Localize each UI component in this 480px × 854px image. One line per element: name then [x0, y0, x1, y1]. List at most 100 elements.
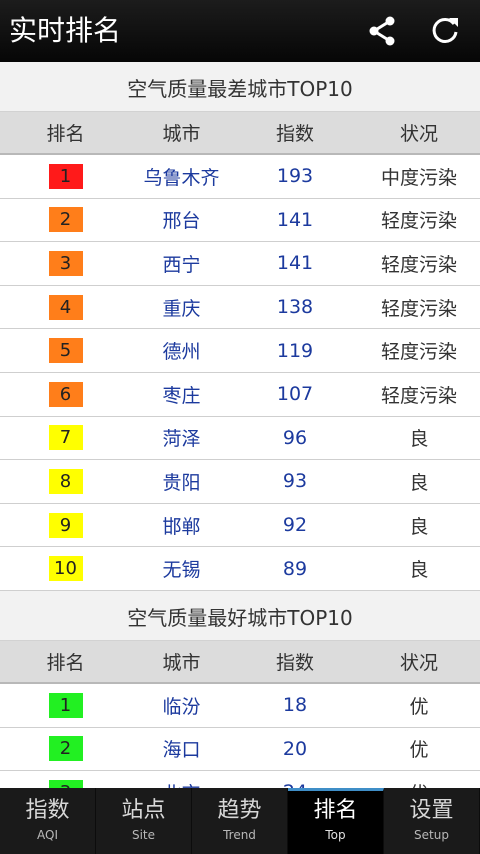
table-row[interactable]: 3 西宁 141 轻度污染	[0, 242, 480, 286]
table-row[interactable]: 3 北京24优	[0, 771, 480, 788]
city-name: 北京	[131, 779, 232, 788]
table-row[interactable]: 9 邯郸 92 良	[0, 503, 480, 548]
rank-cell: 2	[0, 736, 131, 762]
rank-cell: 6	[0, 381, 131, 407]
col-index-header: 指数	[275, 123, 314, 145]
aqi-value: 20	[282, 737, 308, 760]
city-name: 枣庄	[162, 384, 201, 407]
tab-sublabel: Setup	[414, 828, 449, 842]
status-text: 中度污染	[380, 166, 457, 189]
tab-label: 指数	[25, 798, 70, 823]
rank-cell: 8	[0, 468, 131, 494]
col-city-header: 城市	[162, 123, 201, 145]
aqi-value: 96	[282, 426, 308, 449]
rank-badge: 4	[48, 294, 83, 320]
table-row[interactable]: 1 临汾 18 优	[0, 683, 480, 728]
rank-badge: 10	[48, 556, 83, 582]
tab-sublabel: Trend	[223, 828, 256, 842]
tab-label: 趋势	[217, 798, 262, 823]
tab-trend[interactable]: 趋势 Trend	[192, 788, 288, 854]
city-name: 临汾	[162, 695, 201, 718]
rank-cell: 1	[0, 692, 131, 718]
col-city-header: 城市	[162, 651, 201, 674]
status-text: 优	[409, 695, 429, 718]
share-button[interactable]	[362, 11, 402, 51]
table-row[interactable]: 2 邢台 141 轻度污染	[0, 198, 480, 243]
table-row[interactable]: 5 德州 119 轻度污染	[0, 329, 480, 373]
table-row[interactable]: 2 海口 20 优	[0, 727, 480, 772]
rank-cell: 1	[0, 163, 131, 189]
share-icon	[369, 16, 395, 46]
bottom-tab-bar: 指数 AQI 站点 Site 趋势 Trend 排名 Top 设置 Setup	[0, 788, 480, 854]
aqi-value: 119	[276, 339, 314, 362]
city-name: 重庆	[162, 297, 201, 320]
rank-badge: 9	[48, 512, 83, 538]
city-name: 德州	[162, 341, 201, 364]
status-text: 轻度污染	[380, 341, 457, 364]
worst-table-body: 1 乌鲁木齐 193 中度污染 2 邢台 141 轻度污染 3 西宁 141 轻度污染 4 重庆 138 轻度…	[0, 155, 480, 591]
tab-site[interactable]: 站点 Site	[96, 788, 192, 854]
rank-badge: 5	[48, 338, 83, 364]
status-text: 良	[409, 471, 429, 494]
table-row[interactable]: 1 乌鲁木齐 193 中度污染	[0, 155, 480, 199]
status-text: 良	[409, 515, 429, 538]
worst-table-header: 排名 城市 指数 状况	[0, 112, 480, 155]
status-text: 轻度污染	[380, 297, 457, 320]
aqi-value: 138	[276, 296, 314, 319]
status-text: 良	[409, 428, 429, 451]
table-row[interactable]: 8 贵阳 93 良	[0, 460, 480, 504]
worst-section-title: 空气质量最差城市TOP10	[0, 62, 480, 112]
rank-cell: 2	[0, 207, 131, 233]
aqi-value: 24	[232, 781, 358, 788]
rank-cell: 9	[0, 512, 131, 538]
col-index-header: 指数	[275, 651, 314, 674]
aqi-value: 18	[282, 694, 308, 717]
rank-cell: 3	[0, 779, 131, 788]
city-name: 邯郸	[162, 515, 201, 538]
page-title: 实时排名	[9, 14, 122, 47]
status-text: 轻度污染	[380, 210, 457, 233]
tab-top[interactable]: 排名 Top	[288, 788, 384, 854]
city-name: 邢台	[162, 210, 201, 233]
tab-sublabel: Site	[131, 828, 156, 842]
city-name: 乌鲁木齐	[143, 166, 220, 189]
aqi-value: 141	[276, 208, 314, 231]
city-name: 菏泽	[162, 428, 201, 451]
tab-sublabel: AQI	[37, 828, 58, 842]
status-text: 优	[409, 739, 429, 762]
rank-cell: 5	[0, 338, 131, 364]
table-row[interactable]: 6 枣庄 107 轻度污染	[0, 372, 480, 417]
table-row[interactable]: 10 无锡 89 良	[0, 547, 480, 591]
rank-badge: 2	[48, 736, 83, 762]
aqi-value: 89	[282, 557, 308, 580]
table-row[interactable]: 7 菏泽 96 良	[0, 416, 480, 461]
rank-badge: 3	[48, 250, 83, 276]
tab-aqi[interactable]: 指数 AQI	[0, 788, 96, 854]
rank-cell: 7	[0, 425, 131, 451]
aqi-value: 93	[282, 470, 308, 493]
rank-badge: 2	[48, 207, 83, 233]
rank-cell: 3	[0, 250, 131, 276]
city-name: 西宁	[162, 253, 201, 276]
col-rank-header: 排名	[46, 123, 85, 145]
refresh-icon	[432, 17, 458, 43]
table-row[interactable]: 4 重庆 138 轻度污染	[0, 285, 480, 330]
best-section-title: 空气质量最好城市TOP10	[0, 590, 480, 641]
rank-badge: 8	[48, 468, 83, 494]
rank-cell: 4	[0, 294, 131, 320]
tab-label: 站点	[121, 798, 166, 823]
aqi-value: 92	[282, 514, 308, 537]
best-table-header: 排名 城市 指数 状况	[0, 640, 480, 684]
status-text: 良	[409, 559, 429, 582]
status-text: 轻度污染	[380, 384, 457, 407]
tab-label: 排名	[313, 798, 358, 823]
rank-badge: 3	[48, 779, 83, 788]
refresh-button[interactable]	[425, 11, 465, 51]
rank-badge: 6	[48, 381, 83, 407]
tab-setup[interactable]: 设置 Setup	[384, 788, 480, 854]
tab-label: 设置	[409, 798, 454, 823]
rank-badge: 1	[48, 692, 83, 718]
aqi-value: 141	[276, 252, 314, 275]
ranking-content[interactable]: 空气质量最差城市TOP10 排名 城市 指数 状况 1 乌鲁木齐 193 中度污染 2 邢…	[0, 62, 480, 788]
col-status-header: 状况	[399, 123, 438, 145]
